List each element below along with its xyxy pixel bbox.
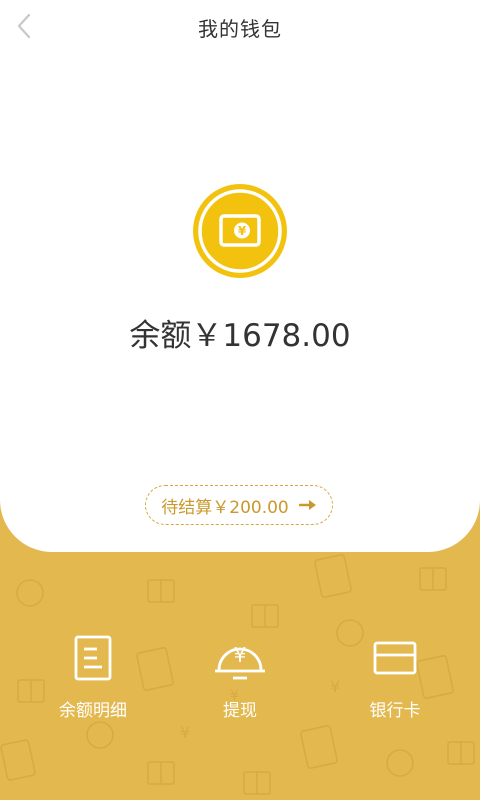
bank-card-button[interactable]: 银行卡 [335, 630, 455, 721]
wallet-icon: ¥ [198, 189, 282, 273]
balance-amount: 余额￥1678.00 [129, 318, 351, 354]
page-title: 我的钱包 [198, 17, 282, 41]
balance-detail-button[interactable]: 余额明细 [33, 630, 153, 721]
wallet-actions: 余额明细 ¥ 提现 银行卡 [0, 630, 480, 730]
bank-card-label: 银行卡 [369, 701, 421, 721]
pending-settlement-button[interactable]: 待结算￥200.00 [145, 485, 333, 525]
header: 我的钱包 [0, 0, 480, 52]
svg-text:¥: ¥ [238, 224, 247, 238]
svg-text:¥: ¥ [234, 643, 247, 667]
arrow-right-icon [298, 499, 317, 511]
balance-detail-label: 余额明细 [59, 701, 127, 721]
withdraw-button[interactable]: ¥ 提现 [180, 630, 300, 721]
wallet-screen: ¥ ¥ ¥ 我的钱包 ¥ 余额￥1678.00 待结算￥200.00 余额明细 … [0, 0, 480, 800]
pending-settlement-label: 待结算￥200.00 [161, 497, 289, 518]
document-list-icon [74, 635, 112, 681]
withdraw-label: 提现 [223, 701, 257, 721]
balance-card: 我的钱包 ¥ 余额￥1678.00 待结算￥200.00 [0, 0, 480, 552]
yen-coin-icon: ¥ [215, 643, 265, 680]
wallet-icon-badge: ¥ [193, 184, 287, 278]
card-icon [373, 641, 417, 675]
